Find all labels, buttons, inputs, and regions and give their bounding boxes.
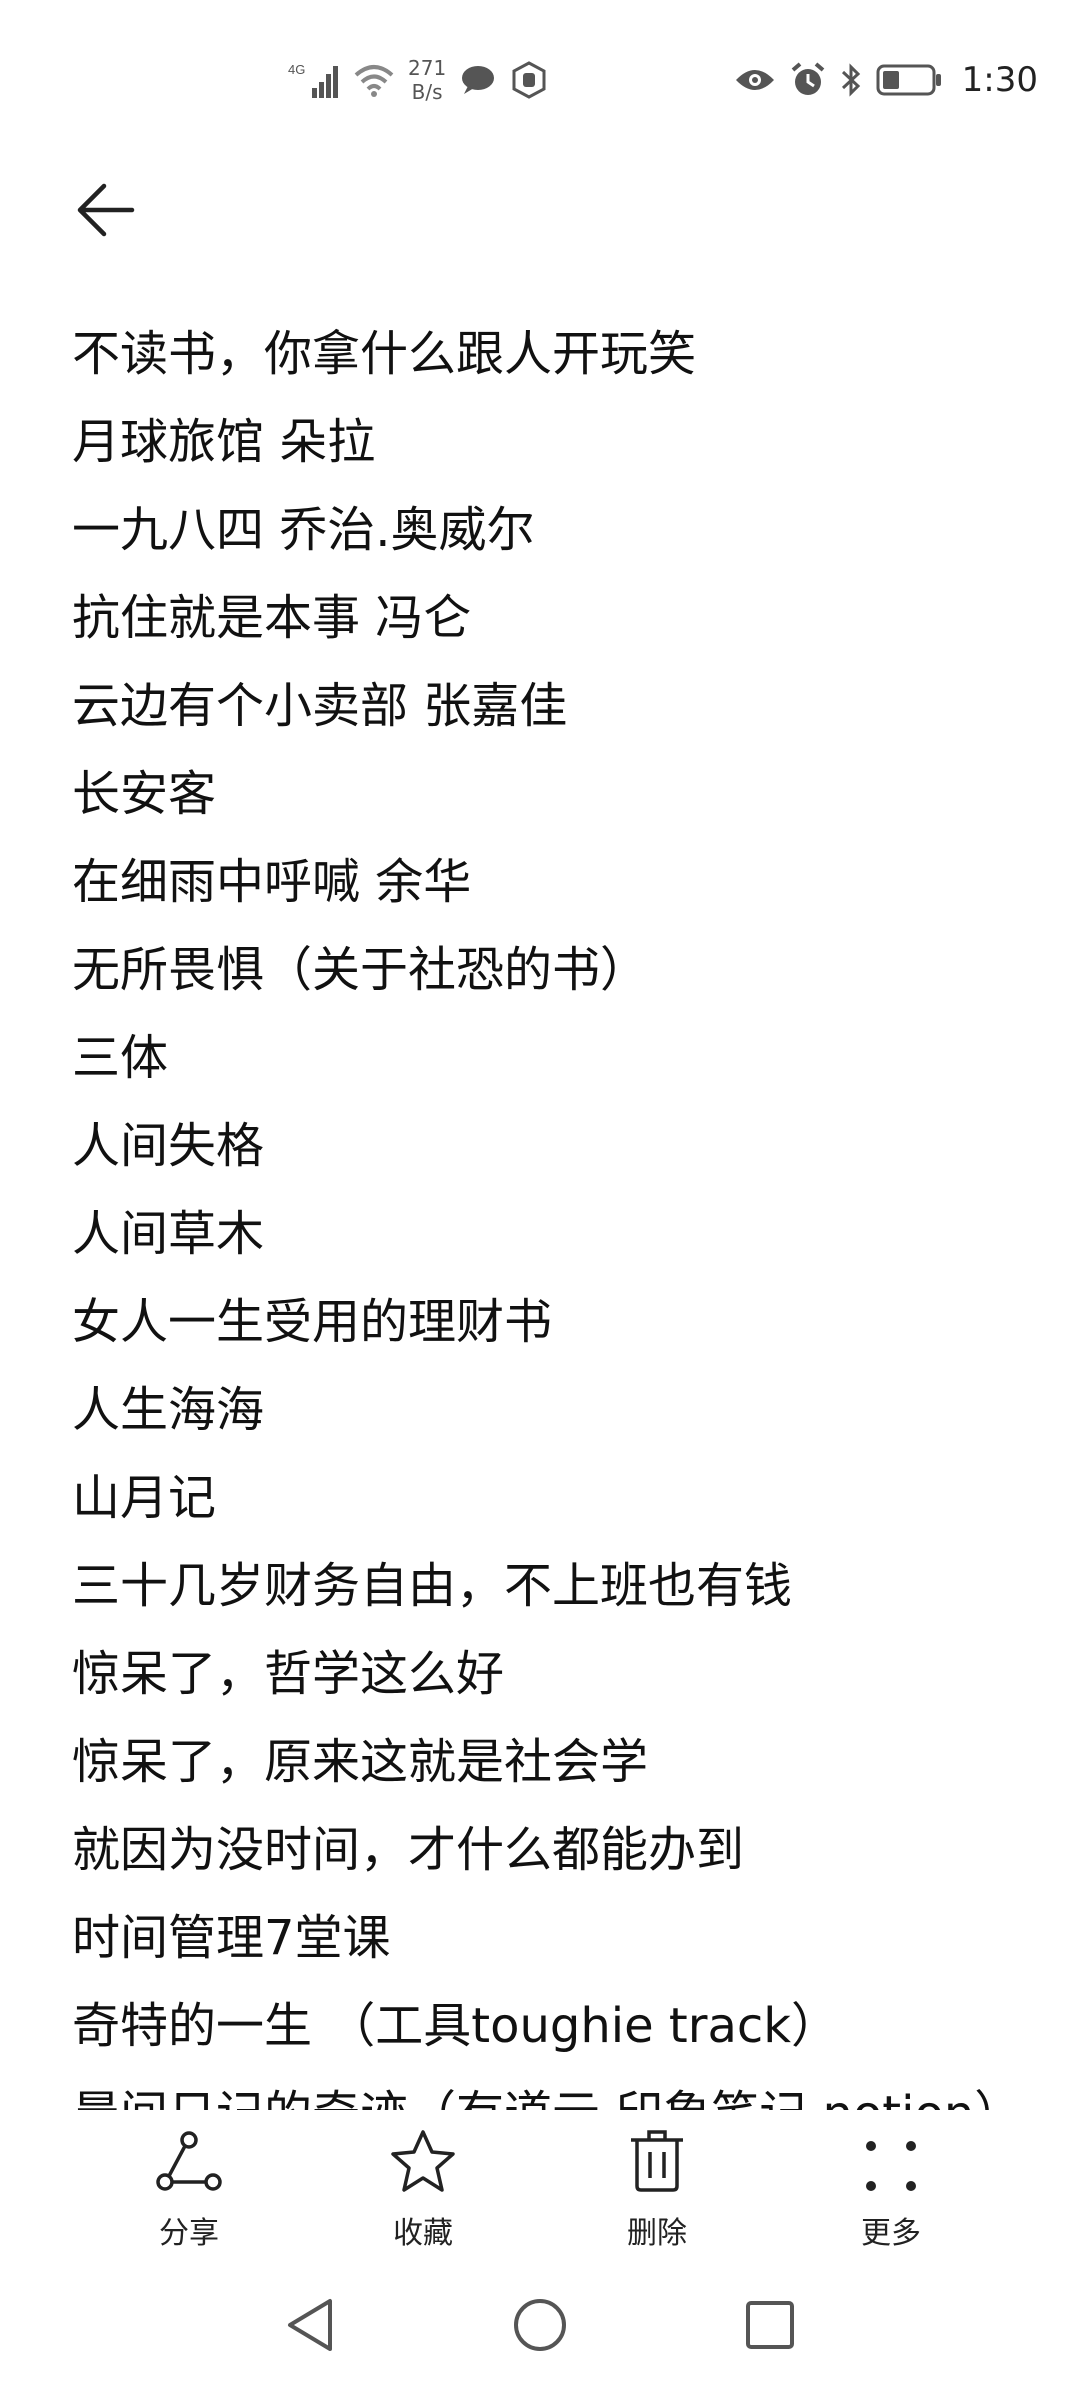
status-bar: 4G 271 B/s 1:30 <box>0 0 1080 160</box>
bluetooth-icon <box>840 62 862 98</box>
note-line: 就因为没时间，才什么都能办到 <box>72 1822 745 1878</box>
note-line: 晨间日记的奇迹（有道云 印象笔记 notion） <box>72 2070 1032 2110</box>
note-line: 无所畏惧（关于社恐的书） <box>72 942 649 998</box>
hand-icon <box>510 61 548 99</box>
clock-time: 1:30 <box>961 60 1038 100</box>
note-line: 时间管理7堂课 <box>72 1910 391 1966</box>
note-line: 惊呆了，哲学这么好 <box>72 1646 505 1702</box>
battery-icon <box>876 64 942 96</box>
note-line: 不读书，你拿什么跟人开玩笑 <box>72 326 697 382</box>
note-line: 三十几岁财务自由，不上班也有钱 <box>72 1558 793 1614</box>
more-icon <box>865 2110 917 2194</box>
favorite-label: 收藏 <box>393 2216 453 2251</box>
note-line: 人生海海 <box>72 1382 265 1438</box>
delete-label: 删除 <box>627 2216 687 2251</box>
note-line: 长安客 <box>72 766 217 822</box>
nav-recents-icon <box>746 2301 794 2349</box>
speed-unit: B/s <box>411 80 443 104</box>
note-body[interactable]: 不读书，你拿什么跟人开玩笑 月球旅馆 朵拉 一九八四 乔治.奥威尔 抗住就是本事… <box>72 310 1032 2110</box>
message-icon <box>460 64 496 96</box>
nav-back-button[interactable] <box>255 2270 365 2380</box>
share-label: 分享 <box>159 2216 219 2251</box>
arrow-left-icon <box>77 183 135 237</box>
note-line: 惊呆了，原来这就是社会学 <box>72 1734 649 1790</box>
nav-home-button[interactable] <box>485 2270 595 2380</box>
back-button[interactable] <box>64 168 148 252</box>
note-line: 人间草木 <box>72 1206 265 1262</box>
svg-text:4G: 4G <box>288 62 305 77</box>
star-icon <box>389 2110 457 2194</box>
status-right: 1:30 <box>734 52 1038 108</box>
share-button[interactable]: 分享 <box>72 2110 306 2260</box>
system-nav-bar <box>0 2250 1080 2400</box>
more-button[interactable]: 更多 <box>774 2110 1008 2260</box>
wifi-icon <box>354 63 394 97</box>
note-line: 三体 <box>72 1030 169 1086</box>
delete-button[interactable]: 删除 <box>540 2110 774 2260</box>
bottom-action-bar: 分享 收藏 删除 更多 <box>0 2110 1080 2260</box>
note-line: 一九八四 乔治.奥威尔 <box>72 502 535 558</box>
eye-icon <box>734 66 776 94</box>
more-label: 更多 <box>861 2216 921 2251</box>
note-line: 在细雨中呼喊 余华 <box>72 854 472 910</box>
favorite-button[interactable]: 收藏 <box>306 2110 540 2260</box>
alarm-icon <box>790 62 826 98</box>
nav-home-icon <box>514 2299 566 2351</box>
note-line: 山月记 <box>72 1470 217 1526</box>
note-line: 奇特的一生 （工具toughie track） <box>72 1998 840 2054</box>
trash-icon <box>627 2110 687 2194</box>
nav-recents-button[interactable] <box>715 2270 825 2380</box>
note-line: 女人一生受用的理财书 <box>72 1294 553 1350</box>
note-line: 云边有个小卖部 张嘉佳 <box>72 678 568 734</box>
note-line: 人间失格 <box>72 1118 265 1174</box>
note-line: 抗住就是本事 冯仑 <box>72 590 472 646</box>
status-left: 4G 271 B/s <box>288 52 548 108</box>
note-line: 月球旅馆 朵拉 <box>72 414 376 470</box>
nav-back-icon <box>288 2299 332 2351</box>
share-icon <box>153 2110 225 2194</box>
signal-icon: 4G <box>288 60 340 100</box>
network-speed: 271 B/s <box>408 56 446 104</box>
speed-value: 271 <box>408 56 447 80</box>
